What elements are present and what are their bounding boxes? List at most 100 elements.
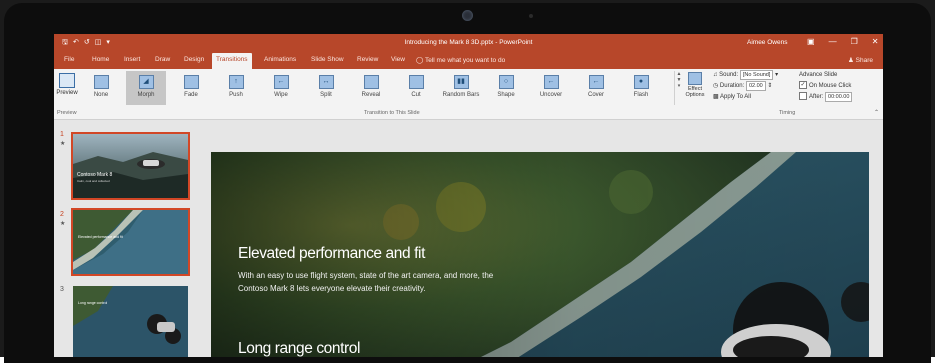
thumbnail-2-image [73,210,188,274]
webcam [462,10,473,21]
gallery-scroll[interactable]: ▲ ▼ ▾ [674,71,683,105]
tab-view[interactable]: View [387,54,409,66]
person-icon: ♟ [848,57,854,64]
transition-cut[interactable]: Cut [396,71,436,105]
tell-me-box[interactable]: ◯ Tell me what you want to do [416,56,505,64]
none-icon [93,75,109,89]
thumbnail-1-title: Contoso Mark 8 [77,172,113,178]
transition-random-bars[interactable]: ▮▮ Random Bars [441,71,481,105]
window-controls: ▣ — ❐ ✕ [807,37,878,46]
slide-thumbnail-2[interactable]: Elevated performance and fit [71,208,190,276]
random-bars-icon: ▮▮ [453,75,469,89]
slide-body[interactable]: With an easy to use flight system, state… [238,270,518,295]
transition-split[interactable]: ↔ Split [306,71,346,105]
close-icon[interactable]: ✕ [872,37,879,46]
after-checkbox[interactable] [799,92,807,101]
after-row: After: 00:00.00 [799,92,883,103]
transition-none[interactable]: None [81,71,121,105]
morph-icon: ◢ [138,75,154,89]
tab-file[interactable]: File [60,54,78,66]
preview-button[interactable]: Preview [55,71,79,115]
tab-design[interactable]: Design [180,54,208,66]
push-icon: ↑ [228,75,244,89]
advance-slide-group: Advance Slide ✓ On Mouse Click After: 00:… [799,70,883,103]
timing-group: ♫ Sound: [No Sound] ▾ ◷ Duration: 02.00 … [713,70,813,103]
slide-thumbnail-1[interactable]: Contoso Mark 8 Calm, cool and collected [71,132,190,200]
transition-cover[interactable]: ← Cover [576,71,616,105]
uncover-icon: ← [543,75,559,89]
wipe-icon: ← [273,75,289,89]
duration-input[interactable]: 02.00 [745,81,766,91]
lightbulb-icon: ◯ [416,57,424,64]
slide-thumbnails-pane: 1 ★ Contoso Mark 8 Calm, cool and collec… [54,120,206,357]
slide-thumbnail-3[interactable]: Long range control [73,286,188,357]
preview-icon [59,73,75,88]
transition-uncover[interactable]: ← Uncover [531,71,571,105]
transition-push[interactable]: ↑ Push [216,71,256,105]
transition-morph[interactable]: ◢ Morph [126,71,166,105]
collapse-ribbon-icon[interactable]: ⌃ [874,109,879,116]
tab-slide-show[interactable]: Slide Show [307,54,348,66]
transition-star-icon: ★ [60,141,66,147]
thumbnail-1-subtitle: Calm, cool and collected [77,179,110,183]
restore-icon[interactable]: ❐ [851,37,858,46]
apply-all-icon: ▩ [713,94,719,100]
thumbnail-3-title: Long range control [78,301,108,305]
transition-group-label: Transition to This Slide [364,110,420,116]
minimize-icon[interactable]: — [829,37,837,46]
advance-slide-title: Advance Slide [799,72,838,78]
light-sensor [529,14,533,18]
user-name[interactable]: Aimee Owens [747,39,787,46]
transition-shape[interactable]: ○ Shape [486,71,526,105]
effect-options-icon [688,72,702,85]
slide-editing-area: Elevated performance and fit With an eas… [205,120,883,357]
fade-icon [183,75,199,89]
cut-icon [408,75,424,89]
share-button[interactable]: ♟ Share [848,56,873,64]
transition-wipe[interactable]: ← Wipe [261,71,301,105]
on-mouse-click-checkbox[interactable]: ✓ [799,81,807,90]
tab-review[interactable]: Review [353,54,382,66]
transition-gallery: None ◢ Morph Fade ↑ Push ← Wipe ↔ Split Reve… [81,71,673,107]
timing-group-label: Timing [779,110,796,116]
effect-options-button[interactable]: Effect Options [683,71,707,107]
tab-transitions[interactable]: Transitions [212,53,252,69]
thumbnail-1-image [73,134,188,198]
apply-to-all-button[interactable]: ▩ Apply To All [713,92,813,103]
transition-star-icon: ★ [60,221,66,227]
transition-flash[interactable]: ● Flash [621,71,661,105]
sound-row: ♫ Sound: [No Sound] ▾ [713,70,779,80]
tab-animations[interactable]: Animations [260,54,300,66]
tab-home[interactable]: Home [88,54,113,66]
preview-group-label: Preview [57,110,77,116]
flash-icon: ● [633,75,649,89]
slide-number: 2 [60,211,64,218]
thumbnail-3-image [73,286,188,357]
current-slide[interactable]: Elevated performance and fit With an eas… [211,152,869,357]
sound-select[interactable]: [No Sound] [739,70,774,80]
slide-number: 1 [60,131,64,138]
reveal-icon [363,75,379,89]
powerpoint-window: 🖫 ↶ ↺ ◫ ▾ Introducing the Mark 8 3D.pptx… [54,34,883,357]
clock-icon: ◷ [713,83,719,89]
shape-icon: ○ [498,75,514,89]
ribbon-display-icon[interactable]: ▣ [807,37,815,46]
cover-icon: ← [588,75,604,89]
transition-fade[interactable]: Fade [171,71,211,105]
duration-row: ◷ Duration: 02.00 ⇕ [713,81,773,91]
transition-reveal[interactable]: Reveal [351,71,391,105]
on-mouse-click-row[interactable]: ✓ On Mouse Click [799,81,883,92]
title-bar: 🖫 ↶ ↺ ◫ ▾ Introducing the Mark 8 3D.pptx… [54,34,883,51]
tab-insert[interactable]: Insert [120,54,144,66]
thumbnail-2-title: Elevated performance and fit [78,235,123,239]
ribbon-tabs: File Home Insert Draw Design Transitions… [54,51,883,69]
slide-next-title[interactable]: Long range control [238,340,360,357]
ribbon: Preview Preview None ◢ Morph Fade ↑ Push ←… [54,69,883,120]
slide-title[interactable]: Elevated performance and fit [238,245,425,263]
tab-draw[interactable]: Draw [151,54,174,66]
sound-icon: ♫ [713,72,718,78]
slide-number: 3 [60,286,64,293]
split-icon: ↔ [318,75,334,89]
after-input[interactable]: 00:00.00 [825,92,853,102]
gallery-more-icon[interactable]: ▾ [675,83,683,89]
